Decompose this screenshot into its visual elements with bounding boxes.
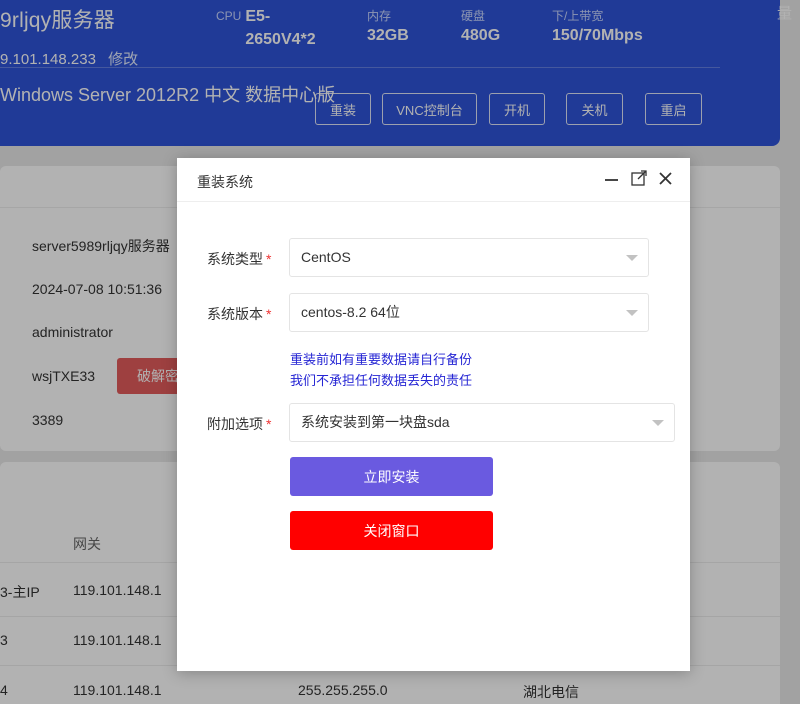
chevron-down-icon [626, 255, 638, 261]
dialog-header: 重装系统 [177, 158, 690, 202]
system-version-select[interactable]: centos-8.2 64位 [289, 293, 649, 332]
system-type-label: 系统类型 * [207, 249, 271, 269]
minimize-icon[interactable] [601, 168, 623, 190]
chevron-down-icon [652, 420, 664, 426]
chevron-down-icon [626, 310, 638, 316]
required-mark: * [266, 416, 272, 432]
required-mark: * [266, 251, 272, 267]
required-mark: * [266, 306, 272, 322]
extra-option-select[interactable]: 系统安装到第一块盘sda [289, 403, 675, 442]
system-type-label-text: 系统类型 [207, 251, 263, 267]
system-version-label-text: 系统版本 [207, 306, 263, 322]
extra-option-value: 系统安装到第一块盘sda [301, 414, 450, 430]
liability-warning: 我们不承担任何数据丢失的责任 [290, 373, 473, 388]
system-type-value: CentOS [301, 249, 351, 265]
system-version-label: 系统版本 * [207, 304, 271, 324]
maximize-icon[interactable] [628, 168, 650, 190]
close-window-button[interactable]: 关闭窗口 [290, 511, 493, 550]
close-icon[interactable] [655, 168, 677, 190]
system-version-value: centos-8.2 64位 [301, 304, 400, 320]
extra-option-label-text: 附加选项 [207, 416, 263, 432]
install-now-button[interactable]: 立即安装 [290, 457, 493, 496]
system-type-select[interactable]: CentOS [289, 238, 649, 277]
reinstall-dialog: 重装系统 系统类型 * CentOS 系统版本 * centos-8.2 64位… [177, 158, 690, 671]
backup-warning: 重装前如有重要数据请自行备份 [290, 352, 473, 367]
dialog-title: 重装系统 [197, 174, 253, 190]
extra-option-label: 附加选项 * [207, 414, 271, 434]
